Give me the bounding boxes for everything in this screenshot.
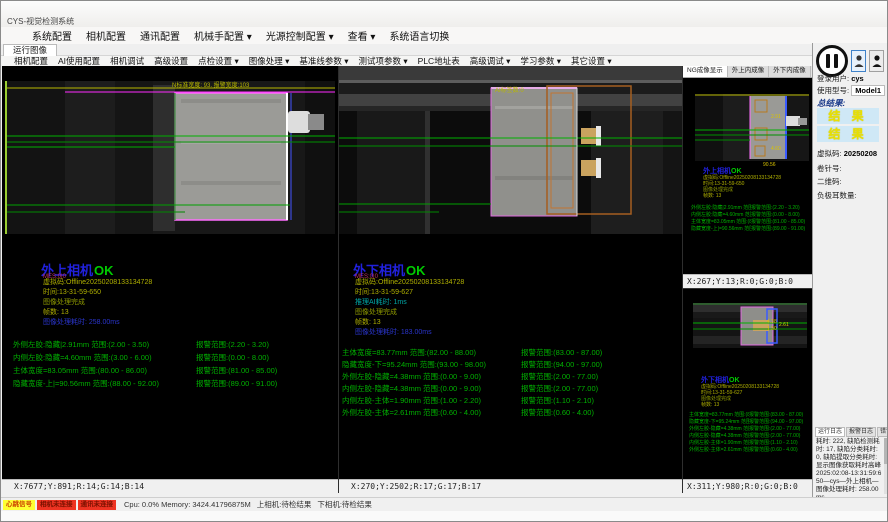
left-meas-row: 主体宽度=83.05mm 范围:(80.00 - 86.00) 报警范围:(81… [13,365,277,376]
result-box-upper: 结 果 [817,108,879,124]
user-account-button[interactable] [869,50,884,72]
cpu-memory-status: Cpu: 0.0% Memory: 3424.41796875M [124,500,251,509]
left-meas-row: 外侧左胶:隐藏|2.91mm 范围:(2.00 - 3.50) 报警范围:(2.… [13,339,269,350]
pin-number-row: 卷针号: [817,163,842,174]
log-scrollbar[interactable] [884,438,888,494]
outer-upper-camera-image[interactable] [5,81,335,234]
result-box-lower: 结 果 [817,126,879,142]
left-camera-info: 虚拟码:Offline20250208133134728 时间:13-31-59… [43,278,152,328]
menu-bar: 系统配置 相机配置 通讯配置 机械手配置 ▾ 光源控制配置 ▾ 查看 ▾ 系统语… [1,27,888,44]
virtual-code-value: 20250208 [844,149,877,158]
mini-bottom-label: 1.90 [767,326,777,332]
log-scrollbar-thumb[interactable] [884,438,888,464]
mini-bottom-meas-row: 外侧左胶-隐藏=4.38mm 范围:(0.00 - 9.00)报警范围:(2.0… [689,425,800,432]
virtual-code-row: 虚拟码: 20250208 [817,148,877,159]
menu-comm-config[interactable]: 通讯配置 [133,28,187,43]
right-sidebar: 登录用户: cys 使用型号: Model1 总结果: 结 果 结 果 虚拟码:… [812,43,888,497]
login-user-value: cys [851,74,864,83]
log-tab-error[interactable]: 错误日志 [877,427,888,437]
qr-code-row: 二维码: [817,176,842,187]
user-login-icon [854,54,864,68]
lower-camera-result-status: 下相机:待检结果 [317,499,372,510]
neg-tab-count-row: 负极耳数量: [817,190,857,201]
middle-meas-row: 主体宽度=83.77mm 范围:(82.00 - 88.00) 报警范围:(83… [342,347,602,358]
mini-tab-upper-view[interactable]: 外上内成像 [728,66,770,77]
mini-panel-bottom: 4.38 1.90 2.61 外下相机OK 虚拟码:Offline2025020… [683,289,812,493]
mini-bottom-meas-row: 内侧左胶-主体=1.90mm 范围:(1.00 - 2.20)报警范围:(1.1… [689,439,798,446]
mini-bottom-meas-row: 外侧左胶-主体=2.61mm 范围:(0.60 - 4.00)报警范围:(0.6… [689,446,798,453]
mini-bottom-label: 2.61 [779,322,789,328]
menu-view[interactable]: 查看 ▾ [341,28,383,43]
mini-bottom-label: 4.38 [767,319,777,325]
mini-bottom-meas-row: 内侧左胶-隐藏=4.38mm 范围:(0.00 - 9.00)报警范围:(2.0… [689,432,800,439]
middle-meas-row: 内侧左胶-隐藏=4.38mm 范围:(0.00 - 9.00) 报警范围:(2.… [342,383,598,394]
mini-top-meas-row: 外侧左胶:隐藏|2.91mm 范围:(2.00 - 3.50)报警范围:(2.2… [691,204,800,211]
left-pixel-coordinates: X:7677;Y:891;R:14;G:14;B:14 [2,479,338,493]
login-user-button[interactable] [851,50,866,72]
mini-panel-column: NG成像显示 外上内成像 外下内成像 2.9 [683,66,812,493]
bottom-strip [1,511,888,522]
menu-camera-config[interactable]: 相机配置 [79,28,133,43]
left-meas-row: 隐藏宽度-上|=90.56mm 范围:(88.00 - 92.00) 报警范围:… [13,378,277,389]
log-tab-alarm[interactable]: 报警日志 [846,427,876,437]
window-title: CYS-视觉检测系统 [7,16,74,27]
menu-system-config[interactable]: 系统配置 [25,28,79,43]
heartbeat-badge: 心跳信号 [3,500,35,510]
mini-top-pixel-coordinates: X:267;Y:13;R:0;G:0;B:0 [683,274,812,288]
mini-bottom-meas-row: 隐藏宽度-下=95.24mm 范围:(93.00 - 98.00)报警范围:(9… [689,418,803,425]
middle-image-annotation: AI标签数:0 [495,85,524,94]
middle-camera-status: OK [406,263,426,278]
app-window: CYS-视觉检测系统 C 系统配置 相机配置 通讯配置 机械手配置 ▾ 光源控制… [0,0,888,522]
middle-meas-row: 内侧左胶-主体=1.90mm 范围:(1.00 - 2.20) 报警范围:(1.… [342,395,594,406]
mini-bottom-meas-row: 主体宽度=83.77mm 范围:(82.00 - 88.00)报警范围:(83.… [689,411,803,418]
camera-panel-outer-upper: N标准宽度: 93. 报警宽度:103 外上相机OK MES:0|0 虚拟码:O… [2,66,339,493]
comm-connection-badge: 通讯未连接 [78,500,117,510]
mini-top-info: 虚拟码:Offline20250208133134728 时间:13-31-59… [703,175,781,199]
middle-camera-info: 虚拟码:Offline20250208133134728 时间:13-31-59… [355,278,464,338]
status-bar: 心跳信号 相机未连接 通讯未连接 Cpu: 0.0% Memory: 3424.… [1,497,888,511]
mini-top-label: 90.56 [763,162,776,168]
mini-top-label: 2.91 [771,114,781,120]
mini-bottom-pixel-coordinates: X:311;Y:980;R:0;G:0;B:0 [683,479,812,493]
log-text: 耗时: 222, 缺陷检测耗时: 17, 缺陷分类耗时: 0, 缺陷提取分类耗时… [816,438,882,502]
upper-camera-result-status: 上相机:待检结果 [257,499,312,510]
mini-tab-lower-view[interactable]: 外下内成像 [769,66,811,77]
camera-connection-badge: 相机未连接 [37,500,76,510]
mini-panel-top: NG成像显示 外上内成像 外下内成像 2.9 [683,66,812,289]
tool-bar: 相机配置 AI使用配置 相机调试 高级设置 点检设置 ▾ 图像处理 ▾ 基准线参… [1,56,812,66]
log-tab-row: 运行日志 报警日志 错误日志 [815,427,888,437]
title-bar: CYS-视觉检测系统 [1,1,888,28]
left-camera-status: OK [94,263,114,278]
middle-meas-row: 外侧左胶-主体=2.61mm 范围:(0.60 - 4.00) 报警范围:(0.… [342,407,594,418]
model-row: 使用型号: Model1 [817,85,885,96]
mini-top-label: 4.60 [771,146,781,152]
mini-top-meas-row: 主体宽度=83.05mm 范围:(80.00 - 86.00)报警范围:(81.… [691,218,805,225]
middle-meas-row: 隐藏宽度-下=95.24mm 范围:(93.00 - 98.00) 报警范围:(… [342,359,602,370]
menu-robot-config[interactable]: 机械手配置 ▾ [187,28,259,43]
left-image-annotation: N标准宽度: 93. 报警宽度:103 [172,80,249,89]
left-meas-row: 内侧左胶:隐藏=4.60mm 范围:(3.00 - 6.00) 报警范围:(0.… [13,352,269,363]
user-icon [872,54,882,68]
login-user-row: 登录用户: cys [817,73,864,84]
menu-light-config[interactable]: 光源控制配置 ▾ [259,28,341,43]
menu-language-switch[interactable]: 系统语言切换 [382,28,456,43]
mini-tab-ng-display[interactable]: NG成像显示 [683,66,728,77]
mini-top-camera-image[interactable] [695,94,809,161]
camera-panel-outer-lower: AI标签数:0 外下相机OK MES:0|0 虚拟码:Offline202502… [339,66,683,493]
mini-bottom-camera-image[interactable] [693,303,807,348]
model-select[interactable]: Model1 [851,85,885,96]
mini-bottom-info: 虚拟码:Offline20250208133134728 时间:13-31-59… [701,384,779,408]
mini-tab-row: NG成像显示 外上内成像 外下内成像 [683,66,812,78]
mini-top-meas-row: 隐藏宽度-上|=90.56mm 范围:(88.00 - 92.00)报警范围:(… [691,225,805,232]
middle-meas-row: 外侧左胶-隐藏=4.38mm 范围:(0.00 - 9.00) 报警范围:(2.… [342,371,598,382]
log-tab-run[interactable]: 运行日志 [815,427,845,437]
middle-pixel-coordinates: X:270;Y:2502;R:17;G:17;B:17 [339,479,682,493]
mini-top-meas-row: 内侧左胶:隐藏=4.60mm 范围:(3.00 - 6.00)报警范围:(0.0… [691,211,800,218]
